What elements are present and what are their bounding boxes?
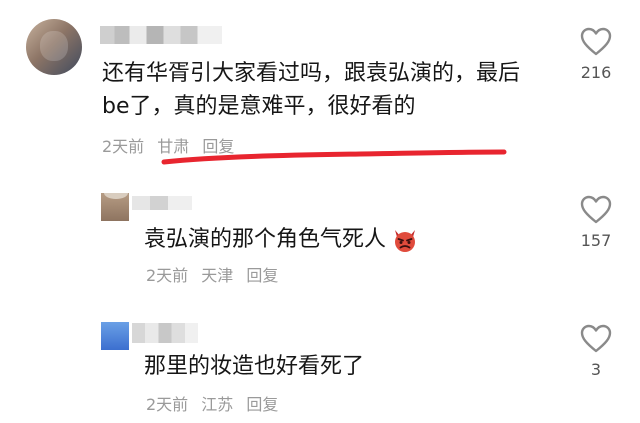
- avatar[interactable]: [26, 19, 82, 75]
- comment-meta: 2天前 江苏 回复: [146, 395, 278, 415]
- like-count: 157: [580, 231, 612, 250]
- avatar[interactable]: [101, 193, 129, 221]
- comment-section: 还有华胥引大家看过吗，跟袁弘演的，最后be了，真的是意难平，很好看的 2天前 甘…: [0, 0, 640, 423]
- angry-devil-icon: [395, 230, 416, 252]
- comment-text: 还有华胥引大家看过吗，跟袁弘演的，最后be了，真的是意难平，很好看的: [102, 61, 521, 119]
- reply-text: 那里的妆造也好看死了: [144, 354, 365, 379]
- comment-time: 2天前: [146, 266, 189, 285]
- comment-location: 天津: [201, 266, 234, 285]
- like-group[interactable]: 3: [572, 324, 620, 380]
- like-count: 216: [580, 63, 612, 82]
- comment-time: 2天前: [146, 395, 189, 414]
- comment-location: 江苏: [201, 395, 234, 414]
- reply-button[interactable]: 回复: [246, 395, 278, 414]
- username-redacted[interactable]: [132, 196, 192, 210]
- reply-button[interactable]: 回复: [246, 266, 278, 285]
- like-count: 3: [590, 360, 602, 379]
- heart-icon[interactable]: [580, 195, 612, 225]
- reply-text-row: 袁弘演的那个角色气死人: [144, 225, 418, 255]
- red-underline-annotation: [161, 149, 507, 165]
- like-group[interactable]: 216: [572, 27, 620, 83]
- like-group[interactable]: 157: [572, 195, 620, 251]
- username-redacted[interactable]: [132, 323, 198, 343]
- heart-icon[interactable]: [580, 324, 612, 354]
- comment-meta: 2天前 天津 回复: [146, 266, 278, 286]
- username-redacted[interactable]: [100, 26, 222, 44]
- reply-text: 袁弘演的那个角色气死人: [144, 227, 387, 252]
- reply-text-row: 那里的妆造也好看死了: [144, 352, 364, 382]
- heart-icon[interactable]: [580, 27, 612, 57]
- avatar[interactable]: [101, 322, 129, 350]
- comment-time: 2天前: [102, 137, 145, 156]
